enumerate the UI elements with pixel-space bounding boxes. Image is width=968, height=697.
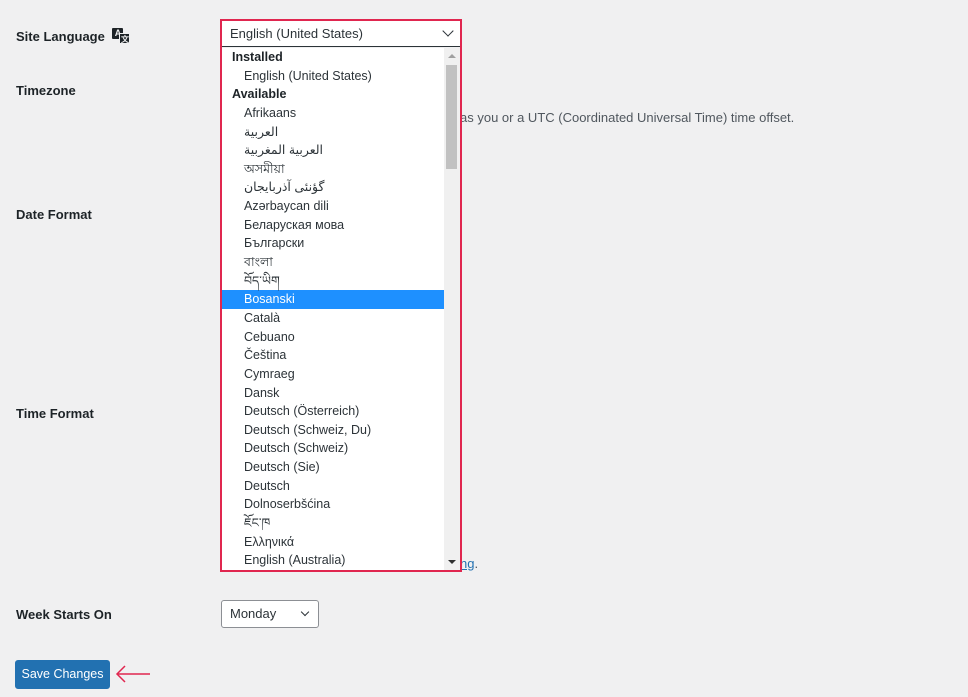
week-starts-on-label: Week Starts On bbox=[16, 607, 112, 622]
time-format-label: Time Format bbox=[16, 406, 94, 421]
annotation-highlight-box bbox=[220, 19, 462, 572]
timezone-label: Timezone bbox=[16, 83, 76, 98]
date-format-label: Date Format bbox=[16, 207, 92, 222]
save-changes-button[interactable]: Save Changes bbox=[15, 660, 110, 689]
timezone-description: as you or a UTC (Coordinated Universal T… bbox=[460, 110, 795, 125]
translation-icon: A文 bbox=[112, 28, 131, 44]
site-language-label: Site Language A文 bbox=[16, 28, 131, 44]
week-starts-on-value: Monday bbox=[230, 606, 277, 621]
chevron-down-icon bbox=[300, 607, 310, 617]
week-starts-on-select[interactable]: Monday bbox=[221, 600, 319, 628]
date-time-doc-text: ng. bbox=[460, 556, 479, 571]
date-time-doc-link[interactable]: ng bbox=[460, 556, 474, 571]
annotation-arrow-icon bbox=[115, 665, 150, 683]
